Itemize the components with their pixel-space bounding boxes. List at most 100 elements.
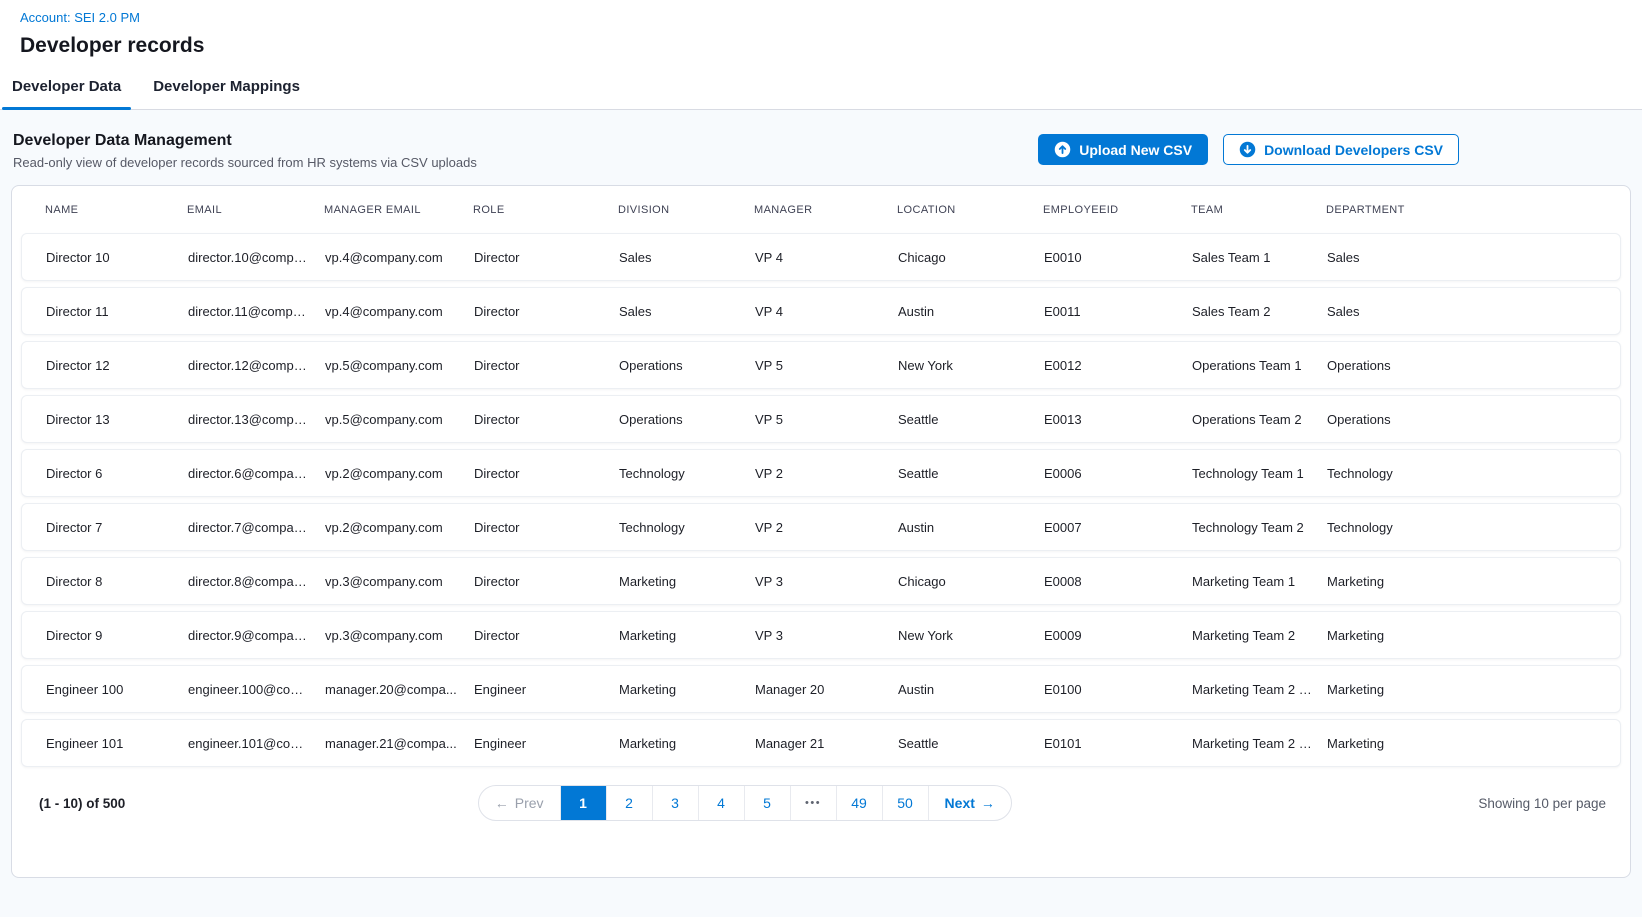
table-cell: Marketing [619, 682, 755, 697]
table-cell: Director [474, 520, 619, 535]
page-button-50[interactable]: 50 [882, 786, 928, 820]
table-cell: Engineer [474, 736, 619, 751]
page-button-2[interactable]: 2 [606, 786, 652, 820]
table-cell: E0012 [1044, 358, 1192, 373]
table-cell: Chicago [898, 574, 1044, 589]
table-cell: director.10@compan... [188, 250, 325, 265]
table-cell: director.13@compan... [188, 412, 325, 427]
table-cell: Austin [898, 520, 1044, 535]
next-label: Next [945, 795, 975, 811]
column-header-manager: MANAGER [754, 204, 897, 216]
table-cell: vp.3@company.com [325, 628, 474, 643]
table-cell: Director 13 [46, 412, 188, 427]
column-header-division: DIVISION [618, 204, 754, 216]
table-cell: Director [474, 412, 619, 427]
table-cell: Operations Team 2 [1192, 412, 1327, 427]
upload-button-label: Upload New CSV [1079, 142, 1192, 158]
page-button-3[interactable]: 3 [652, 786, 698, 820]
table-cell: Marketing [619, 628, 755, 643]
table-cell: Operations [619, 412, 755, 427]
page-button-1[interactable]: 1 [560, 786, 606, 820]
table-cell: Operations [1327, 358, 1620, 373]
per-page-label: Showing 10 per page [1478, 796, 1606, 811]
table-cell: E0010 [1044, 250, 1192, 265]
developer-data-table: NAMEEMAILMANAGER EMAILROLEDIVISIONMANAGE… [11, 185, 1631, 878]
upload-circle-icon [1054, 141, 1071, 158]
table-cell: Marketing [1327, 682, 1620, 697]
table-cell: Director [474, 628, 619, 643]
pagination-pager: ← Prev 12345•••4950 Next → [478, 785, 1012, 821]
tab-bar: Developer Data Developer Mappings [0, 68, 1642, 110]
table-cell: Technology Team 1 [1192, 466, 1327, 481]
prev-page-button[interactable]: ← Prev [479, 786, 560, 820]
page-button-4[interactable]: 4 [698, 786, 744, 820]
table-cell: Marketing [1327, 628, 1620, 643]
pagination-range-label: (1 - 10) of 500 [39, 796, 125, 811]
table-cell: VP 2 [755, 466, 898, 481]
tab-developer-data[interactable]: Developer Data [2, 68, 131, 109]
table-cell: director.7@company.... [188, 520, 325, 535]
table-cell: director.11@compan... [188, 304, 325, 319]
table-cell: VP 3 [755, 574, 898, 589]
table-cell: Operations [1327, 412, 1620, 427]
table-header-row: NAMEEMAILMANAGER EMAILROLEDIVISIONMANAGE… [21, 186, 1621, 233]
table-cell: Manager 21 [755, 736, 898, 751]
table-cell: E0006 [1044, 466, 1192, 481]
table-cell: Technology [1327, 466, 1620, 481]
table-cell: Sales Team 2 [1192, 304, 1327, 319]
table-cell: manager.20@compa... [325, 682, 474, 697]
table-cell: New York [898, 358, 1044, 373]
table-cell: Austin [898, 304, 1044, 319]
table-cell: Director 9 [46, 628, 188, 643]
table-cell: Marketing [1327, 574, 1620, 589]
table-cell: Director [474, 250, 619, 265]
table-cell: E0013 [1044, 412, 1192, 427]
table-cell: vp.2@company.com [325, 466, 474, 481]
column-header-employeeid: EMPLOYEEID [1043, 204, 1191, 216]
table-cell: Marketing Team 2 Su... [1192, 736, 1327, 751]
table-cell: engineer.100@comp... [188, 682, 325, 697]
table-cell: Chicago [898, 250, 1044, 265]
table-cell: Sales [619, 250, 755, 265]
table-cell: E0011 [1044, 304, 1192, 319]
column-header-email: EMAIL [187, 204, 324, 216]
table-cell: Austin [898, 682, 1044, 697]
upload-new-csv-button[interactable]: Upload New CSV [1038, 134, 1208, 165]
table-cell: Director [474, 304, 619, 319]
column-header-role: ROLE [473, 204, 618, 216]
arrow-left-icon: ← [495, 795, 509, 811]
table-cell: VP 4 [755, 250, 898, 265]
table-cell: Director [474, 574, 619, 589]
download-button-label: Download Developers CSV [1264, 142, 1443, 158]
table-cell: Director 10 [46, 250, 188, 265]
table-row: Engineer 100engineer.100@comp...manager.… [21, 665, 1621, 713]
table-cell: E0008 [1044, 574, 1192, 589]
table-cell: manager.21@compa... [325, 736, 474, 751]
column-header-location: LOCATION [897, 204, 1043, 216]
download-developers-csv-button[interactable]: Download Developers CSV [1223, 134, 1459, 165]
section-header: Developer Data Management Read-only view… [11, 132, 1631, 170]
download-circle-icon [1239, 141, 1256, 158]
table-cell: VP 3 [755, 628, 898, 643]
page-button-5[interactable]: 5 [744, 786, 790, 820]
table-cell: VP 5 [755, 412, 898, 427]
table-cell: Director 6 [46, 466, 188, 481]
page-header: Account: SEI 2.0 PM Developer records [0, 0, 1642, 58]
page-button-49[interactable]: 49 [836, 786, 882, 820]
table-row: Director 7director.7@company....vp.2@com… [21, 503, 1621, 551]
table-cell: Technology [619, 520, 755, 535]
table-row: Director 13director.13@compan...vp.5@com… [21, 395, 1621, 443]
table-cell: Marketing [1327, 736, 1620, 751]
table-row: Director 9director.9@company....vp.3@com… [21, 611, 1621, 659]
section-title: Developer Data Management [13, 132, 477, 150]
table-cell: engineer.101@comp... [188, 736, 325, 751]
table-cell: vp.4@company.com [325, 250, 474, 265]
page-top: Account: SEI 2.0 PM Developer records De… [0, 0, 1642, 110]
next-page-button[interactable]: Next → [928, 786, 1011, 820]
table-cell: VP 2 [755, 520, 898, 535]
tab-developer-mappings[interactable]: Developer Mappings [143, 68, 310, 109]
header-actions: Upload New CSV Download Developers CSV [1038, 134, 1459, 165]
table-cell: Marketing [619, 574, 755, 589]
breadcrumb-account-link[interactable]: Account: SEI 2.0 PM [20, 9, 140, 26]
column-header-manager-email: MANAGER EMAIL [324, 204, 473, 216]
